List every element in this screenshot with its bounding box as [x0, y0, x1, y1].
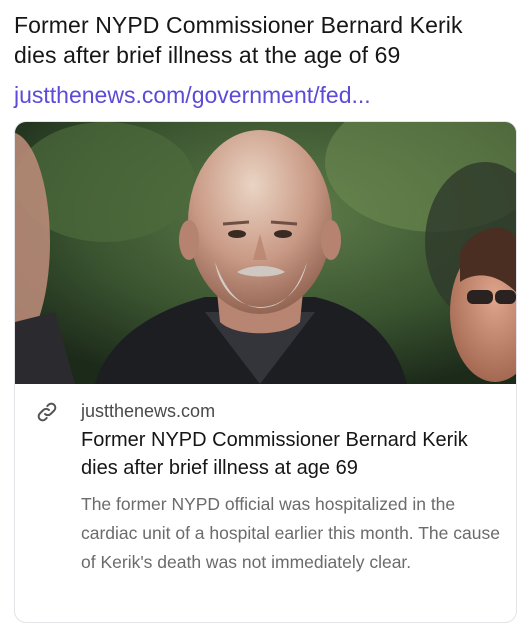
link-preview-card[interactable]: justthenews.com Former NYPD Commissioner… — [14, 121, 517, 623]
card-description: The former NYPD official was hospitalize… — [81, 494, 500, 572]
post-text: Former NYPD Commissioner Bernard Kerik d… — [14, 12, 463, 68]
card-title[interactable]: Former NYPD Commissioner Bernard Kerik d… — [81, 426, 491, 482]
article-photo[interactable] — [15, 122, 516, 384]
post-link[interactable]: justthenews.com/government/fed... — [14, 80, 371, 110]
card-domain: justthenews.com — [81, 401, 216, 421]
link-icon — [37, 402, 57, 422]
card-body[interactable]: justthenews.com Former NYPD Commissioner… — [15, 384, 516, 622]
